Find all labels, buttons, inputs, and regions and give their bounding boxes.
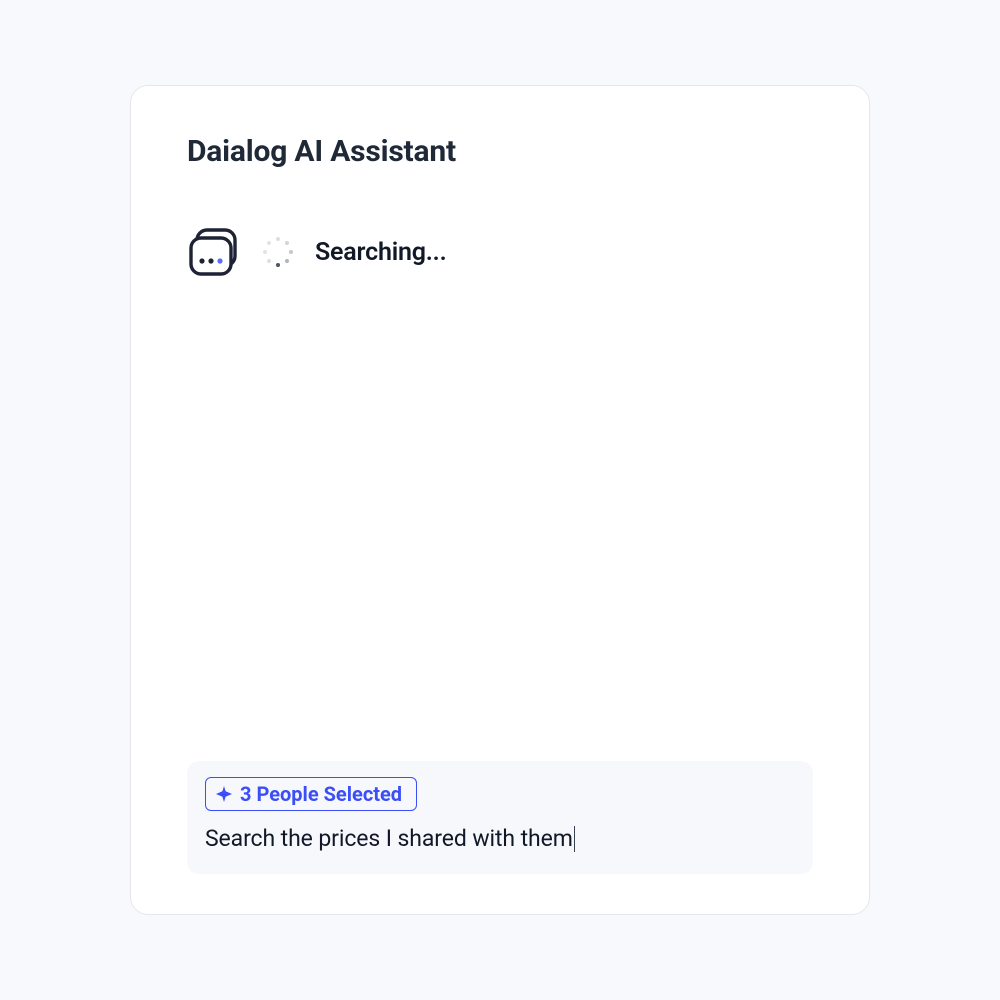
composer-input[interactable]: Search the prices I shared with them — [205, 825, 795, 852]
messages-stack-icon — [187, 225, 241, 279]
composer-input-text: Search the prices I shared with them — [205, 825, 573, 852]
text-cursor — [574, 826, 576, 852]
page-title: Daialog AI Assistant — [187, 134, 813, 169]
status-label: Searching... — [315, 238, 447, 267]
spinner-icon — [263, 237, 293, 267]
status-row: Searching... — [187, 225, 813, 279]
sparkle-icon — [216, 786, 232, 802]
selection-chip-label: 3 People Selected — [240, 784, 402, 804]
composer[interactable]: 3 People Selected Search the prices I sh… — [187, 761, 813, 874]
assistant-card: Daialog AI Assistant Searching... — [130, 85, 870, 915]
selection-chip[interactable]: 3 People Selected — [205, 777, 417, 811]
